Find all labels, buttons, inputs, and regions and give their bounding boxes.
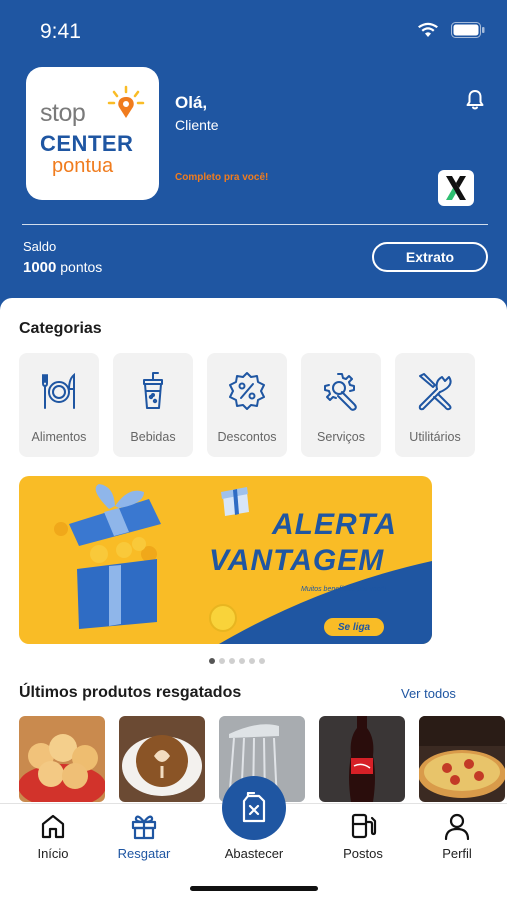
tagline: Completo pra você! bbox=[175, 172, 269, 183]
banner-title-line1: ALERTA bbox=[272, 508, 397, 541]
home-indicator[interactable] bbox=[190, 886, 318, 891]
tab-profile[interactable]: Perfil bbox=[417, 812, 497, 861]
carousel-dot[interactable] bbox=[259, 658, 265, 664]
balance-value: 1000 pontos bbox=[23, 259, 102, 276]
tab-profile-label: Perfil bbox=[442, 846, 472, 861]
category-food[interactable]: Alimentos bbox=[19, 353, 99, 457]
cheese-bread-image bbox=[19, 716, 105, 802]
fuel-fab-button[interactable] bbox=[222, 776, 286, 840]
user-icon bbox=[444, 813, 470, 840]
x-logo-icon bbox=[446, 176, 466, 200]
carousel-dot[interactable] bbox=[209, 658, 215, 664]
tab-stations-label: Postos bbox=[343, 846, 383, 861]
banner-title-line2: VANTAGEM bbox=[209, 544, 385, 577]
bell-icon[interactable] bbox=[463, 88, 487, 112]
logo-word-stop: stop bbox=[40, 99, 86, 127]
partner-x-button[interactable] bbox=[438, 170, 474, 206]
carousel-dot[interactable] bbox=[249, 658, 255, 664]
fuel-pump-icon bbox=[351, 813, 377, 839]
discount-badge-icon bbox=[229, 372, 265, 410]
promo-banner[interactable]: ALERTA VANTAGEM Muitos benefícios pra vo… bbox=[19, 476, 432, 644]
location-pin-icon bbox=[107, 85, 145, 118]
home-icon bbox=[41, 814, 65, 839]
gift-box-icon bbox=[54, 484, 161, 629]
gear-wrench-icon bbox=[324, 373, 357, 411]
banner-cta-button[interactable]: Se liga bbox=[324, 618, 384, 636]
coin-icon bbox=[209, 604, 237, 632]
balance-unit: pontos bbox=[60, 259, 103, 275]
category-food-label: Alimentos bbox=[31, 430, 87, 444]
small-gift-icon bbox=[221, 487, 249, 516]
product-cheese-bread[interactable] bbox=[19, 716, 105, 802]
greeting-hello: Olá, bbox=[175, 93, 208, 112]
carousel-dot[interactable] bbox=[229, 658, 235, 664]
fuel-can-icon bbox=[242, 792, 266, 823]
category-utilities[interactable]: Utilitários bbox=[395, 353, 475, 457]
tools-icon bbox=[418, 373, 452, 411]
tab-home[interactable]: Início bbox=[13, 812, 93, 861]
tab-fuel-label[interactable]: Abastecer bbox=[214, 846, 294, 861]
see-all-link[interactable]: Ver todos bbox=[401, 686, 456, 701]
status-icons bbox=[417, 22, 485, 38]
category-discounts[interactable]: Descontos bbox=[207, 353, 287, 457]
balance-amount: 1000 bbox=[23, 259, 57, 276]
category-drinks-label: Bebidas bbox=[130, 430, 176, 444]
carousel-dot[interactable] bbox=[239, 658, 245, 664]
brand-logo: stop CENTER pontua bbox=[26, 67, 159, 200]
banner-subtitle: Muitos benefícios pra você! bbox=[301, 586, 387, 593]
app-screen: 9:41 stop CENTER pontua Olá, Cliente Com… bbox=[0, 0, 507, 900]
logo-word-pontua: pontua bbox=[52, 155, 114, 177]
header-divider bbox=[22, 224, 488, 225]
status-time: 9:41 bbox=[40, 20, 81, 43]
tab-home-label: Início bbox=[37, 846, 69, 861]
categories-list: Alimentos Bebidas Descontos Serviços Uti… bbox=[19, 353, 475, 457]
greeting-name: Cliente bbox=[175, 117, 219, 133]
balance-label: Saldo bbox=[23, 239, 57, 254]
logo-word-center: CENTER bbox=[40, 131, 134, 156]
coca-cola-image bbox=[319, 716, 405, 802]
product-latte[interactable] bbox=[119, 716, 205, 802]
pizza-image bbox=[419, 716, 505, 802]
drink-cup-icon bbox=[143, 372, 163, 409]
tab-stations[interactable]: Postos bbox=[323, 812, 403, 861]
carousel-dots bbox=[209, 658, 265, 664]
statement-button[interactable]: Extrato bbox=[372, 242, 488, 272]
tab-redeem[interactable]: Resgatar bbox=[104, 812, 184, 861]
tab-redeem-label: Resgatar bbox=[117, 846, 171, 861]
battery-icon bbox=[451, 22, 485, 38]
gift-icon bbox=[131, 815, 157, 840]
category-drinks[interactable]: Bebidas bbox=[113, 353, 193, 457]
recent-products-title: Últimos produtos resgatados bbox=[19, 684, 242, 701]
category-services[interactable]: Serviços bbox=[301, 353, 381, 457]
wifi-icon bbox=[418, 22, 438, 37]
header: 9:41 stop CENTER pontua Olá, Cliente Com… bbox=[0, 0, 507, 330]
product-pizza[interactable] bbox=[419, 716, 505, 802]
category-discounts-label: Descontos bbox=[217, 430, 277, 444]
latte-image bbox=[119, 716, 205, 802]
categories-title: Categorias bbox=[19, 320, 102, 337]
category-services-label: Serviços bbox=[317, 430, 365, 444]
category-utilities-label: Utilitários bbox=[409, 430, 461, 444]
cutlery-plate-icon bbox=[42, 372, 75, 409]
carousel-dot[interactable] bbox=[219, 658, 225, 664]
product-coca-cola[interactable] bbox=[319, 716, 405, 802]
